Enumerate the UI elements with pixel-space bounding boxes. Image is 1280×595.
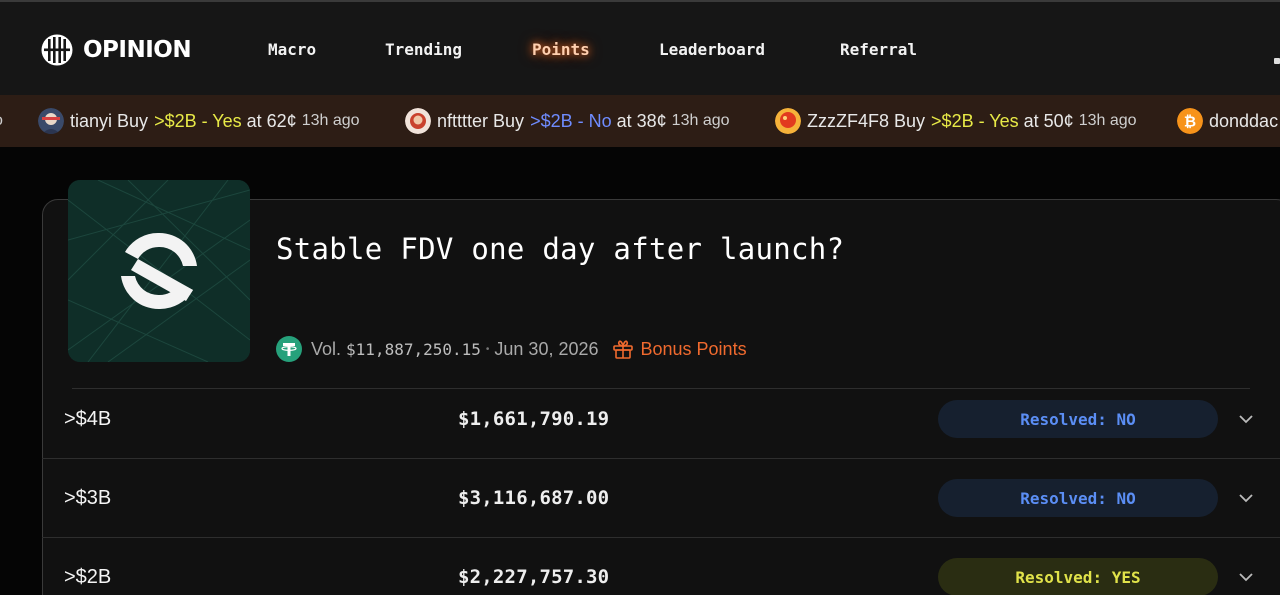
resolved-status-badge: Resolved: NO: [938, 479, 1218, 517]
ticker-price: 50¢: [1043, 110, 1074, 131]
volume-value: $11,887,250.15: [346, 339, 481, 359]
ticker-action: Buy: [894, 110, 926, 131]
ticker-user: donddac: [1209, 110, 1279, 131]
user-avatar-icon: [405, 108, 431, 134]
volume-label: Vol.: [311, 338, 342, 359]
ticker-item[interactable]: tianyi Buy >$2B - Yes at 62¢ 13h ago: [38, 95, 360, 147]
chevron-down-icon[interactable]: [1237, 489, 1255, 507]
end-date: Jun 30, 2026: [494, 338, 599, 359]
brand-logo[interactable]: OPINION: [40, 33, 192, 67]
ticker-fragment: o: [0, 95, 3, 147]
resolved-status-badge: Resolved: NO: [938, 400, 1218, 438]
nav-points[interactable]: Points: [532, 40, 590, 59]
ticker-time: 13h ago: [1078, 112, 1137, 129]
nav-leaderboard[interactable]: Leaderboard: [659, 40, 765, 59]
ticker-item[interactable]: nftttter Buy >$2B - No at 38¢ 13h ago: [405, 95, 730, 147]
ticker-at: at: [1023, 110, 1039, 131]
ticker-at: at: [616, 110, 632, 131]
outcome-volume: $3,116,687.00: [458, 487, 610, 509]
outcome-row[interactable]: >$2B $2,227,757.30 Resolved: YES: [42, 538, 1280, 595]
meta-separator: •: [485, 343, 490, 355]
opinion-logo-icon: [41, 34, 73, 66]
ticker-market: >$2B - Yes: [154, 110, 242, 131]
chevron-down-icon[interactable]: [1237, 568, 1255, 586]
ticker-market: >$2B - No: [530, 110, 612, 131]
ticker-user: nftttter: [437, 110, 489, 131]
ticker-user: tianyi: [70, 110, 113, 131]
ticker-price: 38¢: [636, 110, 667, 131]
ticker-time: 13h ago: [301, 112, 360, 129]
outcome-volume: $1,661,790.19: [458, 408, 610, 430]
brand-name: OPINION: [83, 37, 192, 63]
ticker-user: ZzzZF4F8: [807, 110, 890, 131]
activity-ticker: o tianyi Buy >$2B - Yes at 62¢ 13h ago n…: [0, 95, 1280, 147]
outcome-label: >$2B: [64, 565, 112, 588]
ticker-item[interactable]: ₿ donddac: [1177, 95, 1278, 147]
market-meta: Vol. $11,887,250.15 • Jun 30, 2026 Bonus…: [276, 336, 747, 362]
gift-icon: [612, 340, 633, 359]
outcome-row[interactable]: >$3B $3,116,687.00 Resolved: NO: [42, 459, 1280, 537]
ticker-action: Buy: [493, 110, 525, 131]
top-bar: OPINION Macro Trending Points Leaderboar…: [0, 0, 1280, 95]
stable-logo-icon: [68, 180, 250, 362]
outcome-label: >$4B: [64, 407, 112, 430]
ticker-time: 13h ago: [671, 112, 730, 129]
outcome-label: >$3B: [64, 486, 112, 509]
user-avatar-icon: [38, 108, 64, 134]
bonus-points-link[interactable]: Bonus Points: [641, 339, 747, 360]
user-avatar-icon: [775, 108, 801, 134]
tether-icon: [276, 336, 302, 362]
ticker-action: Buy: [117, 110, 149, 131]
outcome-row[interactable]: >$4B $1,661,790.19 Resolved: NO: [42, 380, 1280, 458]
resolved-status-badge: Resolved: YES: [938, 558, 1218, 595]
ticker-market: >$2B - Yes: [931, 110, 1019, 131]
ticker-at: at: [246, 110, 262, 131]
outcome-volume: $2,227,757.30: [458, 566, 610, 588]
nav-macro[interactable]: Macro: [268, 40, 316, 59]
offscreen-control[interactable]: [1274, 58, 1280, 64]
svg-text:₿: ₿: [1184, 113, 1196, 131]
chevron-down-icon[interactable]: [1237, 410, 1255, 428]
market-title: Stable FDV one day after launch?: [276, 232, 845, 266]
ticker-item[interactable]: ZzzZF4F8 Buy >$2B - Yes at 50¢ 13h ago: [775, 95, 1137, 147]
bitcoin-icon: ₿: [1177, 108, 1203, 134]
nav-referral[interactable]: Referral: [840, 40, 917, 59]
ticker-price: 62¢: [266, 110, 297, 131]
nav-trending[interactable]: Trending: [385, 40, 462, 59]
